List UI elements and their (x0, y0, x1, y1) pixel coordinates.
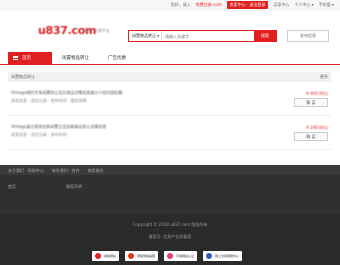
publish-button[interactable]: 发布信息 (287, 30, 329, 42)
copyright-text: Copyright © 2018 u837.com 版权所有 (132, 222, 208, 227)
item-title[interactable]: Vintage限时专享闲置转让宝贝商品详情信息展示介绍内容标题 (11, 90, 122, 96)
footer-link[interactable]: 关于我们 · 帮助中心 (8, 168, 44, 174)
badge-icon (95, 253, 101, 259)
site-header: u837.com 游戏 · 交易平台 闲置物品转让▼ 搜索 发布信息 (0, 11, 340, 51)
trust-badges: 诚信网站 网络警察提醒 可信网站认证 网上交易保障中心 (92, 251, 243, 261)
badge-label: 网络警察提醒 (137, 254, 156, 258)
main-nav: 首页 闲置物品转让 广告优惠 (0, 52, 340, 65)
seller-center-link[interactable]: 卖家中心 · 退出登录 (226, 1, 269, 9)
listing-section: 闲置物品转让 更多 Vintage限时专享闲置转让宝贝商品详情信息展示介绍内容标… (8, 72, 331, 150)
buyer-center-link[interactable]: 买家中心 (273, 1, 289, 9)
top-utility-bar: 您好，请入 免费注册.com 卖家中心 · 退出登录 买家中心 个人中心 ▾ 手… (0, 0, 340, 11)
nav-item-idle-goods[interactable]: 闲置物品转让 (62, 52, 89, 65)
listing-header-title: 闲置物品转让 (11, 74, 35, 79)
item-subtitle: 卖家信息 · 成交记录 · 发布时间 · 服务保障 (11, 98, 87, 103)
search-button[interactable]: 搜索 (254, 31, 276, 41)
site-footer: 关于我们 · 帮助中心 联系我们 · 合作 商家服务 首页 版权声明 Copyr… (0, 165, 340, 265)
badge-label: 可信网站认证 (176, 254, 195, 258)
item-price: ¥ 248.00元 (306, 125, 328, 130)
trust-badge[interactable]: 网上交易保障中心 (203, 251, 243, 261)
footer-link[interactable]: 版权声明 (66, 184, 82, 190)
footer-link[interactable]: 首页 (8, 184, 16, 190)
menu-icon (13, 55, 18, 60)
search-input[interactable] (162, 31, 254, 41)
footer-link[interactable]: 商家服务 (88, 168, 104, 174)
buy-button[interactable]: 购 买 (294, 98, 328, 107)
footer-lower: Copyright © 2018 u837.com 版权所有 备案号: 信息产业… (0, 214, 340, 265)
shield-icon (128, 253, 135, 259)
footer-links-top: 关于我们 · 帮助中心 联系我们 · 合作 商家服务 (8, 168, 104, 174)
search-category-label: 闲置物品转让 (132, 33, 156, 38)
top-links: 您好，请入 免费注册.com 卖家中心 · 退出登录 买家中心 个人中心 ▾ 手… (171, 1, 334, 9)
badge-icon (167, 253, 174, 259)
trust-badge[interactable]: 可信网站认证 (164, 251, 198, 261)
listing-more-link[interactable]: 更多 (320, 72, 328, 82)
list-item: Vintage复古首饰全新闲置正品包邮商品转让详情信息 卖家信息 · 成交记录 … (8, 116, 331, 150)
badge-icon (206, 253, 213, 259)
icp-text: 备案号: 信息产业部备案 (148, 234, 192, 239)
buy-button[interactable]: 购 买 (294, 132, 328, 141)
nav-home-label: 首页 (22, 56, 31, 61)
greeting-link[interactable]: 您好，请入 (171, 1, 191, 9)
listing-header: 闲置物品转让 更多 (8, 72, 331, 82)
nav-home[interactable]: 首页 (8, 52, 52, 65)
item-price: ¥ 400.00元 (306, 91, 328, 96)
list-item: Vintage限时专享闲置转让宝贝商品详情信息展示介绍内容标题 卖家信息 · 成… (8, 82, 331, 116)
footer-link[interactable]: 联系我们 · 合作 (52, 168, 80, 174)
search-category-select[interactable]: 闲置物品转让▼ (129, 31, 162, 41)
item-title[interactable]: Vintage复古首饰全新闲置正品包邮商品转让详情信息 (11, 124, 106, 130)
nav-item-ads[interactable]: 广告优惠 (108, 52, 126, 65)
item-subtitle: 卖家信息 · 成交记录 · 发布时间 (11, 132, 67, 137)
trust-badge[interactable]: 网络警察提醒 (125, 251, 159, 261)
footer-links-mid: 首页 版权声明 (8, 184, 82, 190)
logo-subtitle: 游戏 · 交易平台 (82, 28, 110, 33)
chevron-down-icon: ▼ (157, 34, 160, 38)
trust-badge[interactable]: 诚信网站 (92, 251, 120, 261)
register-link[interactable]: 免费注册.com (196, 1, 222, 9)
mobile-link[interactable]: 手机版 ▾ (319, 1, 334, 9)
badge-label: 诚信网站 (104, 254, 117, 258)
badge-label: 网上交易保障中心 (215, 254, 240, 258)
search-bar: 闲置物品转让▼ 搜索 (128, 30, 277, 42)
my-account-link[interactable]: 个人中心 ▾ (294, 1, 313, 9)
